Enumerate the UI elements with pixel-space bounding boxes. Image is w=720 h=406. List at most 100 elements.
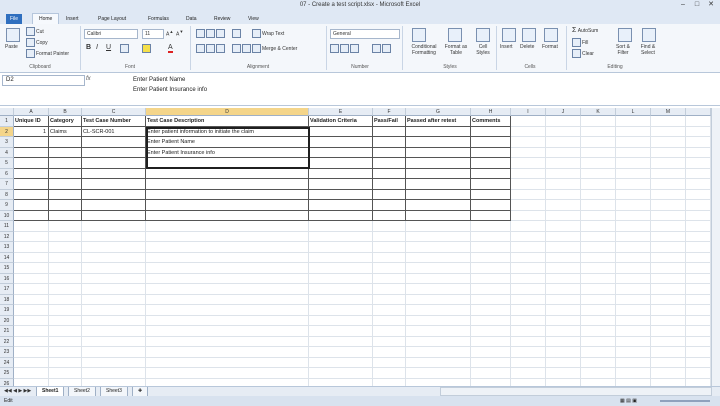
cell[interactable] — [406, 347, 471, 358]
column-header[interactable]: H — [471, 108, 511, 116]
cell[interactable] — [651, 158, 686, 169]
cell[interactable] — [651, 263, 686, 274]
wrap-text-button[interactable]: Wrap Text — [252, 29, 284, 38]
cell[interactable]: Unique ID — [14, 116, 49, 127]
cell[interactable] — [406, 273, 471, 284]
cell[interactable] — [309, 158, 373, 169]
cell[interactable] — [511, 294, 546, 305]
cell[interactable] — [82, 147, 146, 158]
autosum-button[interactable]: Σ AutoSum — [572, 27, 598, 34]
cell[interactable] — [686, 273, 711, 284]
cell[interactable] — [406, 252, 471, 263]
cell[interactable] — [82, 273, 146, 284]
cell[interactable] — [616, 126, 651, 137]
insert-cells-icon[interactable] — [502, 28, 516, 42]
cell[interactable] — [471, 242, 511, 253]
cell[interactable] — [373, 336, 406, 347]
cell[interactable] — [82, 357, 146, 368]
cell[interactable] — [511, 168, 546, 179]
cell[interactable] — [511, 315, 546, 326]
tab-view[interactable]: View — [248, 14, 259, 24]
minimize-button[interactable]: – — [676, 1, 690, 9]
format-button[interactable]: Format — [542, 44, 558, 50]
merge-center-button[interactable]: Merge & Center — [252, 44, 297, 53]
cell[interactable] — [471, 347, 511, 358]
cell[interactable] — [406, 179, 471, 190]
cell[interactable] — [511, 305, 546, 316]
row-header[interactable]: 13 — [0, 242, 14, 253]
column-header[interactable]: I — [511, 108, 546, 116]
row-header[interactable]: 15 — [0, 263, 14, 274]
cell[interactable] — [471, 231, 511, 242]
cell[interactable] — [616, 315, 651, 326]
row-header[interactable]: 7 — [0, 179, 14, 190]
cell[interactable] — [373, 294, 406, 305]
cell[interactable] — [373, 305, 406, 316]
cell[interactable] — [406, 210, 471, 221]
cell[interactable]: Claims — [49, 126, 82, 137]
cell[interactable] — [651, 347, 686, 358]
italic-button[interactable]: I — [96, 44, 98, 51]
row-header[interactable]: 22 — [0, 336, 14, 347]
cell[interactable] — [373, 315, 406, 326]
cell[interactable] — [581, 263, 616, 274]
cell[interactable] — [581, 147, 616, 158]
cell[interactable] — [406, 294, 471, 305]
cell[interactable] — [471, 273, 511, 284]
cell[interactable] — [581, 347, 616, 358]
cell[interactable] — [546, 305, 581, 316]
cell[interactable] — [686, 336, 711, 347]
cell[interactable] — [581, 126, 616, 137]
cell[interactable] — [49, 347, 82, 358]
cell[interactable] — [373, 263, 406, 274]
row-header[interactable]: 10 — [0, 210, 14, 221]
row-header[interactable]: 4 — [0, 147, 14, 158]
cell[interactable] — [511, 147, 546, 158]
cell[interactable] — [546, 189, 581, 200]
format-as-table-button[interactable]: Format as Table — [442, 44, 470, 56]
cell[interactable] — [471, 137, 511, 148]
cell[interactable] — [373, 242, 406, 253]
cell[interactable] — [511, 158, 546, 169]
cell[interactable] — [146, 263, 309, 274]
insert-button[interactable]: Insert — [500, 44, 513, 50]
cell[interactable] — [581, 137, 616, 148]
cell[interactable] — [373, 179, 406, 190]
row-header[interactable]: 1 — [0, 116, 14, 127]
view-buttons-icon[interactable]: ▦ ▤ ▣ — [620, 396, 637, 406]
cell[interactable] — [146, 294, 309, 305]
formula-input[interactable]: Enter Patient Name Enter Patient Insuran… — [133, 75, 207, 95]
cell[interactable] — [82, 305, 146, 316]
cell[interactable] — [511, 116, 546, 127]
cell[interactable] — [471, 263, 511, 274]
cell[interactable] — [651, 231, 686, 242]
cell[interactable] — [511, 189, 546, 200]
sort-filter-button[interactable]: Sort & Filter — [612, 44, 634, 56]
cell[interactable] — [471, 326, 511, 337]
cell[interactable] — [581, 210, 616, 221]
align-top-icon[interactable] — [196, 29, 226, 38]
cell[interactable] — [14, 242, 49, 253]
cell[interactable] — [546, 242, 581, 253]
font-name-select[interactable]: Calibri — [84, 29, 138, 39]
cell[interactable] — [309, 305, 373, 316]
cell[interactable] — [49, 179, 82, 190]
cell[interactable] — [406, 231, 471, 242]
cell[interactable] — [14, 326, 49, 337]
cell[interactable] — [581, 315, 616, 326]
cell[interactable] — [581, 336, 616, 347]
cell[interactable] — [406, 336, 471, 347]
cell[interactable] — [373, 284, 406, 295]
cell[interactable] — [309, 315, 373, 326]
cell[interactable] — [373, 252, 406, 263]
cell[interactable] — [14, 347, 49, 358]
column-header[interactable]: B — [49, 108, 82, 116]
cell[interactable] — [146, 210, 309, 221]
cell[interactable] — [309, 273, 373, 284]
cell[interactable] — [686, 368, 711, 379]
delete-button[interactable]: Delete — [520, 44, 534, 50]
cell[interactable] — [49, 263, 82, 274]
cell[interactable] — [82, 263, 146, 274]
underline-button[interactable]: U — [106, 44, 111, 51]
cell[interactable]: Pass/Fail — [373, 116, 406, 127]
